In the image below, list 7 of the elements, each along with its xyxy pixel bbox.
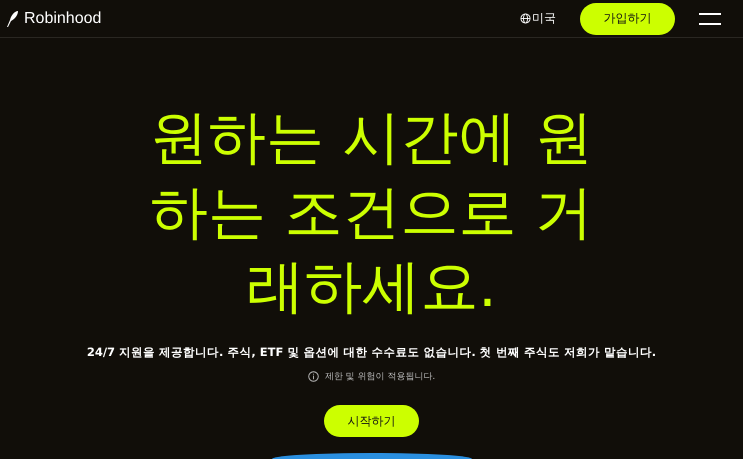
headline: 원하는 시간에 원하는 조건으로 거래하세요.: [149, 102, 594, 322]
subtitle: 24/7 지원을 제공합니다. 주식, ETF 및 옵션에 대한 수수료도 없습니다. 첫 번째 주식도 저희가 맡습니다.: [86, 345, 656, 360]
signup-button[interactable]: 가입하기: [580, 2, 675, 35]
disclaimer: 제한 및 위험이 적용됩니다.: [324, 371, 436, 383]
start-button[interactable]: 시작하기: [324, 405, 419, 437]
region-selector[interactable]: 미국: [520, 10, 556, 28]
logo-text[interactable]: Robinhood: [24, 10, 102, 28]
